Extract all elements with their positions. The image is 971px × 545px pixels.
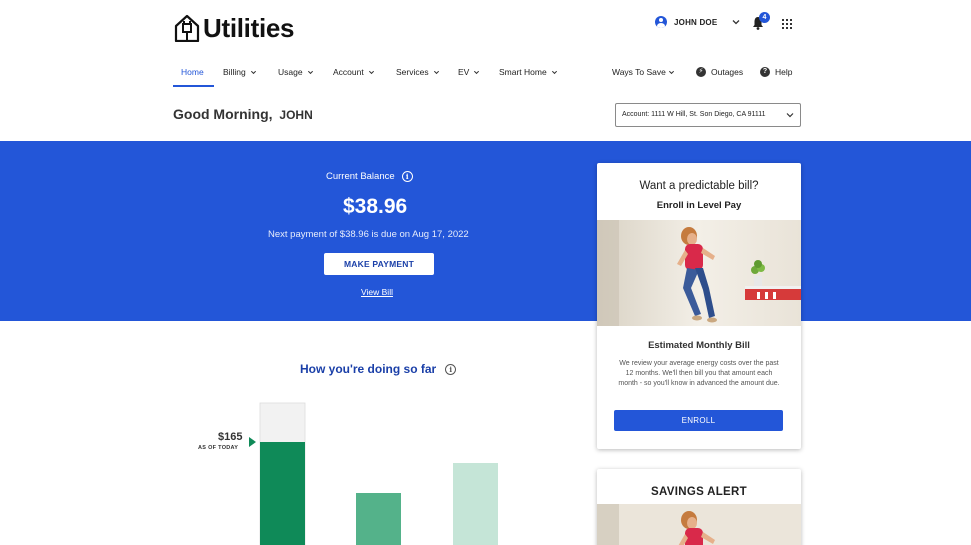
account-select-value: Account: 1111 W Hill, St. Son Diego, CA … (622, 111, 766, 118)
savings-photo (597, 504, 801, 545)
chevron-down-icon (732, 20, 740, 25)
nav-services[interactable]: Services (396, 67, 440, 77)
doing-so-far-text: How you're doing so far (300, 362, 437, 376)
nav-account[interactable]: Account (333, 67, 375, 77)
notification-badge: 4 (759, 12, 770, 23)
user-name: JOHN DOE (674, 17, 718, 27)
nav-ways-to-save-label: Ways To Save (612, 67, 666, 77)
nav-help-label: Help (775, 67, 793, 77)
nav-ev-label: EV (458, 67, 470, 77)
nav-ways-to-save[interactable]: Ways To Save (612, 67, 675, 77)
info-icon[interactable]: i (401, 171, 413, 182)
chevron-down-icon (368, 70, 374, 74)
balance-banner (0, 141, 971, 321)
nav-ev[interactable]: EV (458, 67, 480, 77)
chevron-down-icon (307, 70, 313, 74)
house-plug-icon (174, 14, 200, 42)
info-icon[interactable]: i (445, 363, 457, 375)
enroll-button[interactable]: ENROLL (614, 410, 783, 431)
nav-billing-label: Billing (223, 67, 246, 77)
nav-usage-label: Usage (278, 67, 303, 77)
level-pay-card: Want a predictable bill? Enroll in Level… (597, 163, 801, 449)
help-icon: ? (760, 67, 770, 77)
jumping-child-photo (597, 220, 801, 326)
balance-amount: $38.96 (343, 195, 408, 218)
nav-active-underline (173, 85, 214, 87)
nav-home[interactable]: Home (181, 67, 204, 77)
photo-illustration (597, 220, 801, 326)
greeting-text: Good Morning, (173, 106, 273, 122)
nav-smart-home[interactable]: Smart Home (499, 67, 558, 77)
account-select[interactable]: Account: 1111 W Hill, St. Son Diego, CA … (615, 103, 801, 127)
view-bill-link[interactable]: View Bill (361, 287, 393, 297)
user-menu[interactable]: JOHN DOE (655, 16, 741, 28)
top-header: Utilities JOHN DOE 4 (0, 0, 971, 52)
comparison-bar-1 (356, 493, 401, 545)
doing-so-far-title: How you're doing so far i (300, 362, 457, 376)
nav-smart-home-label: Smart Home (499, 67, 547, 77)
current-balance-label: Current Balance i (326, 171, 413, 182)
utilities-logo[interactable]: Utilities (174, 12, 295, 44)
logo-text: Utilities (203, 12, 295, 44)
nav-billing[interactable]: Billing (223, 67, 257, 77)
greeting: Good Morning, JOHN (173, 106, 313, 122)
nav-home-label: Home (181, 67, 204, 77)
chevron-down-icon (474, 70, 480, 74)
main-nav: Home Billing Usage Account Services EV S… (0, 60, 971, 88)
current-marker-arrow (249, 437, 256, 447)
page: Utilities JOHN DOE 4 Home Billing Usage … (0, 0, 971, 545)
chevron-down-icon (250, 70, 256, 74)
logo-wordmark: Utilities (203, 12, 295, 43)
level-pay-subtitle: Enroll in Level Pay (656, 200, 742, 211)
current-balance-text: Current Balance (326, 171, 395, 182)
next-payment-text: Next payment of $38.96 is due on Aug 17,… (268, 229, 469, 240)
estimated-monthly-bill-title: Estimated Monthly Bill (648, 340, 750, 351)
current-spend-bar (260, 442, 305, 545)
greeting-name: JOHN (279, 108, 313, 122)
nav-services-label: Services (396, 67, 429, 77)
chevron-down-icon (668, 70, 674, 74)
nav-outages[interactable]: ⚡ Outages (696, 67, 743, 77)
photo-illustration (597, 504, 801, 545)
level-pay-title: Want a predictable bill? (639, 180, 759, 192)
apps-grid-icon[interactable] (782, 19, 792, 29)
nav-usage[interactable]: Usage (278, 67, 314, 77)
make-payment-button[interactable]: MAKE PAYMENT (324, 253, 434, 275)
level-pay-description: We review your average energy costs over… (618, 360, 780, 387)
nav-outages-label: Outages (711, 67, 744, 77)
nav-help[interactable]: ? Help (760, 67, 792, 77)
comparison-bar-2 (453, 463, 498, 545)
outage-icon: ⚡ (696, 67, 706, 77)
savings-alert-card: SAVINGS ALERT (597, 469, 801, 545)
user-avatar-icon (655, 16, 667, 28)
chevron-down-icon (551, 70, 557, 74)
nav-account-label: Account (333, 67, 364, 77)
spend-bar-chart (249, 402, 498, 545)
chevron-down-icon (786, 113, 794, 118)
savings-alert-title: SAVINGS ALERT (651, 486, 747, 498)
chevron-down-icon (433, 70, 439, 74)
